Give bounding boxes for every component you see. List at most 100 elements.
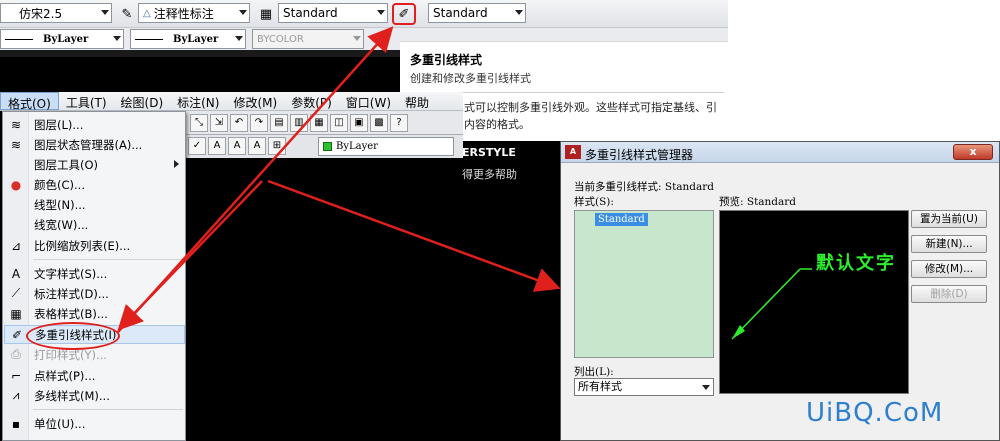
point-style-icon: ⌐: [10, 368, 22, 383]
menu-item-dim-style[interactable]: ⟋ 标注样式(D)...: [4, 284, 185, 303]
delete-style-button[interactable]: 删除(D): [911, 285, 987, 303]
text-box-icon[interactable]: A: [228, 137, 246, 155]
dim-style-icon: ⟋: [11, 286, 21, 300]
units-icon: ▪: [11, 416, 21, 431]
mleader-style-combo[interactable]: Standard: [428, 3, 526, 23]
set-current-button[interactable]: 置为当前(U): [911, 210, 987, 228]
preview-label: 预览: Standard: [719, 196, 797, 208]
list-filter-value: 所有样式: [578, 380, 622, 393]
chevron-down-icon: [235, 36, 243, 41]
mleader-style-value: Standard: [433, 6, 488, 20]
properties-icon[interactable]: ▥: [290, 114, 308, 132]
menu-parameters[interactable]: 参数(P): [284, 92, 339, 110]
dialog-title: 多重引线样式管理器: [585, 148, 694, 162]
menu-window[interactable]: 窗口(W): [339, 92, 398, 110]
menu-item-scale-list[interactable]: ⊿ 比例缩放列表(E)...: [4, 236, 185, 255]
highlight-ellipse: [26, 322, 120, 350]
lineweight-combo[interactable]: ByLayer: [130, 29, 246, 49]
menu-item-text-style[interactable]: A 文字样式(S)...: [4, 264, 185, 283]
calculator-icon[interactable]: ▩: [370, 114, 388, 132]
list-filter-combo[interactable]: 所有样式: [574, 378, 714, 396]
menu-item-label: 表格样式(B)...: [34, 306, 108, 321]
toolbar-edge: [0, 50, 400, 57]
dim-style-icon[interactable]: ✎: [118, 5, 136, 23]
menu-item-point-style[interactable]: ⌐ 点样式(P)...: [4, 366, 185, 385]
linetype-combo[interactable]: ByLayer: [0, 29, 124, 49]
menu-item-linetype[interactable]: 线型(N)...: [4, 195, 185, 214]
preview-text: 默认文字: [816, 253, 896, 274]
menu-item-units[interactable]: ▪ 单位(U)...: [4, 414, 185, 433]
chevron-down-icon: [239, 10, 247, 15]
menu-tools[interactable]: 工具(T): [59, 92, 114, 110]
mleader-style-manager-dialog: A 多重引线样式管理器 x 当前多重引线样式: Standard 样式(S): …: [560, 141, 1000, 441]
redo-icon[interactable]: ↷: [250, 114, 268, 132]
format-menu: ≋ 图层(L)... ≋ 图层状态管理器(A)... 图层工具(O) ● 颜色(…: [2, 111, 186, 441]
print-style-icon: ⎙: [11, 347, 21, 361]
new-style-button[interactable]: 新建(N)...: [911, 235, 987, 253]
text-icon[interactable]: A: [208, 137, 226, 155]
modify-style-button[interactable]: 修改(M)...: [911, 260, 987, 278]
menu-item-lineweight[interactable]: 线宽(W)...: [4, 215, 185, 234]
menu-bar: 格式(O) 工具(T) 绘图(D) 标注(N) 修改(M) 参数(P) 窗口(W…: [0, 92, 463, 111]
menu-help[interactable]: 帮助: [398, 92, 436, 110]
close-button[interactable]: x: [953, 144, 993, 160]
background-area: [728, 0, 1000, 141]
layer-color-value: ByLayer: [336, 141, 378, 152]
tool-palette-icon[interactable]: ◫: [330, 114, 348, 132]
mline-style-icon: ⩘: [12, 388, 20, 402]
dialog-titlebar: A 多重引线样式管理器 x: [561, 142, 999, 163]
tool-icon[interactable]: ⤡: [190, 114, 208, 132]
chevron-down-icon: [702, 385, 710, 390]
standard-toolbar: ⤡ ⇲ ↶ ↷ ▤ ▥ ▦ ◫ ▣ ▩ ?: [186, 111, 463, 135]
menu-dimension[interactable]: 标注(N): [170, 92, 226, 110]
menu-item-label: 图层工具(O): [34, 157, 99, 172]
design-center-icon[interactable]: ▦: [310, 114, 328, 132]
undo-icon[interactable]: ↶: [230, 114, 248, 132]
text-style-combo[interactable]: 仿宋2.5: [0, 3, 112, 23]
help-icon[interactable]: ?: [390, 114, 408, 132]
menu-modify[interactable]: 修改(M): [226, 92, 284, 110]
styles-toolbar: 仿宋2.5 ✎ △ 注释性标注 ▦ Standard ✐ Standard: [0, 0, 728, 28]
leader-preview-graphic: [731, 268, 812, 340]
menu-item-label: 图层(L)...: [34, 117, 84, 132]
menu-item-label: 单位(U)...: [34, 416, 86, 431]
styles-list[interactable]: Standard: [574, 210, 714, 358]
styles-label: 样式(S):: [574, 196, 614, 208]
layers-toolbar: ✓ A A A ⊞ ByLayer: [186, 135, 463, 158]
menu-item-label: 线型(N)...: [34, 197, 86, 212]
layer-state-icon: ≋: [10, 137, 22, 152]
table-style-combo[interactable]: Standard: [278, 3, 388, 23]
menu-item-label: 比例缩放列表(E)...: [34, 238, 131, 253]
sheet-set-icon[interactable]: ▣: [350, 114, 368, 132]
menu-item-color[interactable]: ● 颜色(C)...: [4, 175, 185, 194]
menu-draw[interactable]: 绘图(D): [114, 92, 171, 110]
tooltip-body: 式可以控制多重引线外观。这些样式可指定基线、引 内容的格式。: [464, 101, 717, 131]
menu-item-layer-tools[interactable]: 图层工具(O): [4, 155, 185, 174]
scale-text-icon[interactable]: A: [248, 137, 266, 155]
lineweight-value: ByLayer: [173, 33, 219, 45]
menu-format[interactable]: 格式(O): [0, 92, 59, 111]
divider: [33, 259, 183, 260]
justify-text-icon[interactable]: ⊞: [268, 137, 286, 155]
annotative-icon: △: [143, 7, 151, 19]
tool-icon[interactable]: ⇲: [210, 114, 228, 132]
table-style-icon[interactable]: ▦: [257, 5, 275, 23]
tool-icon[interactable]: ▤: [270, 114, 288, 132]
dim-style-value: 注释性标注: [153, 6, 214, 21]
list-item[interactable]: Standard: [595, 213, 648, 226]
menu-item-mline-style[interactable]: ⩘ 多线样式(M)...: [4, 386, 185, 405]
menu-item-layer-state[interactable]: ≋ 图层状态管理器(A)...: [4, 135, 185, 154]
menu-item-table-style[interactable]: ▦ 表格样式(B)...: [4, 304, 185, 323]
text-style-icon: A: [11, 266, 21, 281]
menu-item-layer[interactable]: ≋ 图层(L)...: [4, 115, 185, 134]
tooltip-title: 多重引线样式: [410, 53, 483, 67]
list-filter-label: 列出(L):: [574, 366, 614, 378]
chevron-down-icon: [113, 36, 121, 41]
color-combo[interactable]: BYCOLOR: [252, 29, 364, 49]
preview-pane: 默认文字: [719, 210, 909, 394]
dim-style-combo[interactable]: △ 注释性标注: [138, 3, 250, 23]
menu-item-label: 标注样式(D)...: [34, 286, 109, 301]
spell-check-icon[interactable]: ✓: [188, 137, 206, 155]
layer-color-combo[interactable]: ByLayer: [318, 137, 454, 156]
line-sample: [135, 38, 163, 40]
